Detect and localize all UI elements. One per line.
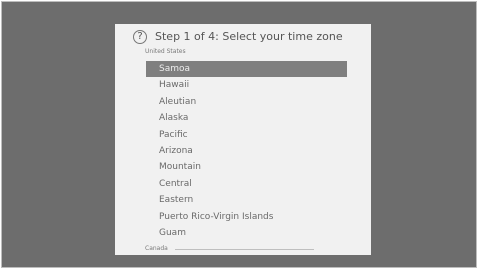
- section-divider: [175, 249, 314, 250]
- time-zone-item-pacific[interactable]: Pacific: [146, 127, 347, 143]
- time-zone-item-arizona[interactable]: Arizona: [146, 143, 347, 159]
- time-zone-item-samoa[interactable]: Samoa: [146, 61, 347, 78]
- time-zone-item-guam[interactable]: Guam: [146, 225, 347, 241]
- time-zone-item-mountain[interactable]: Mountain: [146, 159, 347, 175]
- time-zone-dialog: ? Step 1 of 4: Select your time zone Uni…: [115, 24, 371, 255]
- time-zone-item-puerto-rico-virgin-islands[interactable]: Puerto Rico-Virgin Islands: [146, 209, 347, 225]
- time-zone-item-eastern[interactable]: Eastern: [146, 192, 347, 208]
- screen-background: ? Step 1 of 4: Select your time zone Uni…: [1, 1, 477, 268]
- time-zone-item-central[interactable]: Central: [146, 176, 347, 192]
- time-zone-item-aleutian[interactable]: Aleutian: [146, 94, 347, 110]
- time-zone-item-hawaii[interactable]: Hawaii: [146, 77, 347, 93]
- time-zone-item-alaska[interactable]: Alaska: [146, 110, 347, 126]
- help-icon[interactable]: ?: [133, 30, 147, 44]
- section-label-canada: Canada: [145, 245, 168, 252]
- dialog-title: Step 1 of 4: Select your time zone: [155, 30, 343, 43]
- time-zone-list: Samoa Hawaii Aleutian Alaska Pacific Ari…: [146, 61, 347, 241]
- section-label-united-states: United States: [145, 48, 186, 55]
